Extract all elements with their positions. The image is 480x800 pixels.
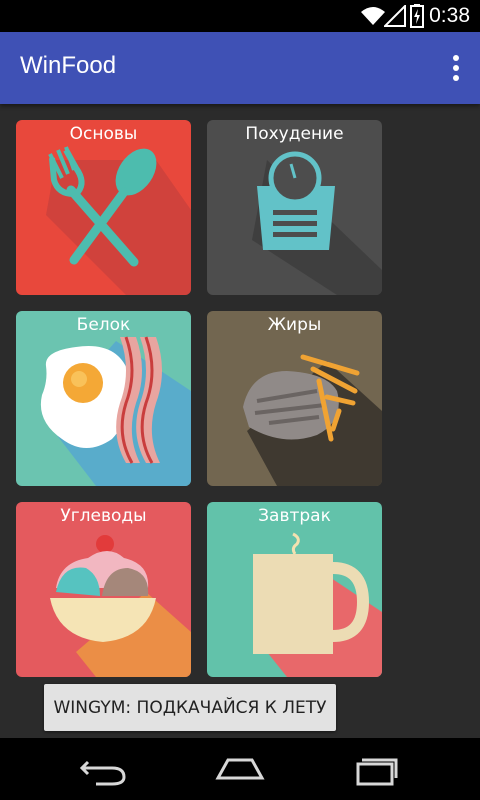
app-title: WinFood	[20, 52, 117, 79]
steak-fries-icon	[243, 354, 382, 486]
mug-icon	[253, 532, 382, 677]
recents-icon[interactable]	[346, 752, 406, 786]
status-bar: 0:38	[0, 0, 480, 32]
wifi-icon	[361, 7, 385, 25]
tile-weight-loss[interactable]: Похудение	[207, 120, 382, 295]
home-icon[interactable]	[210, 752, 270, 786]
back-icon[interactable]	[74, 752, 134, 786]
tile-label: Завтрак	[258, 506, 331, 526]
tile-label: Углеводы	[60, 506, 147, 526]
tile-label: Белок	[76, 315, 131, 335]
navigation-bar	[0, 738, 480, 800]
tile-protein[interactable]: Белок	[16, 311, 191, 486]
tile-carbs[interactable]: Углеводы	[16, 502, 191, 677]
tile-label: Основы	[69, 124, 138, 144]
status-time: 0:38	[429, 4, 470, 27]
fork-spoon-icon	[46, 146, 191, 295]
battery-icon	[410, 4, 424, 28]
toast-message: WINGYM: ПОДКАЧАЙСЯ К ЛЕТУ	[44, 684, 336, 731]
scale-icon	[252, 151, 382, 295]
overflow-menu-icon[interactable]	[450, 54, 462, 82]
tile-breakfast[interactable]: Завтрак	[207, 502, 382, 677]
egg-bacon-icon	[40, 336, 191, 486]
tile-label: Жиры	[267, 315, 322, 335]
signal-icon	[384, 5, 406, 27]
ice-cream-icon	[50, 535, 191, 677]
app-bar: WinFood	[0, 32, 480, 104]
tile-basics[interactable]: Основы	[16, 120, 191, 295]
tile-fats[interactable]: Жиры	[207, 311, 382, 486]
tile-label: Похудение	[245, 124, 344, 144]
